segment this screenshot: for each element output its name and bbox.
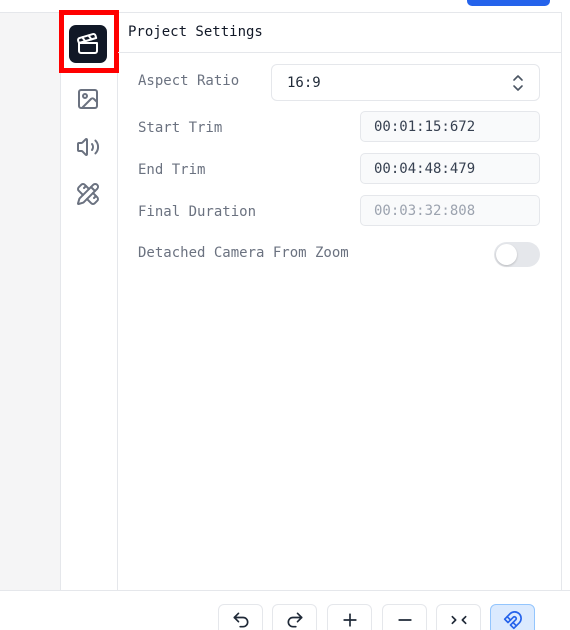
- start-trim-input[interactable]: 00:01:15:672: [360, 111, 540, 142]
- chevrons-up-down-icon: [513, 75, 523, 91]
- fit-timeline-button[interactable]: [436, 604, 481, 630]
- zoom-in-button[interactable]: [327, 604, 372, 630]
- rail-project-button[interactable]: [69, 25, 107, 63]
- speaker-icon: [77, 138, 100, 156]
- magnet-icon: [503, 611, 522, 630]
- settings-rail: [61, 12, 118, 590]
- redo-button[interactable]: [272, 604, 317, 630]
- end-trim-input[interactable]: 00:04:48:479: [360, 153, 540, 184]
- project-settings-panel: Project Settings Aspect Ratio 16:9 Start…: [118, 12, 561, 590]
- plus-icon: [342, 613, 357, 627]
- aspect-ratio-value: 16:9: [287, 74, 321, 91]
- image-icon: [78, 89, 98, 109]
- detached-camera-label: Detached Camera From Zoom: [138, 245, 349, 261]
- end-trim-label: End Trim: [138, 162, 206, 178]
- bottom-divider: [0, 590, 570, 591]
- rail-design-button[interactable]: [69, 175, 107, 213]
- aspect-ratio-select[interactable]: 16:9: [271, 64, 540, 101]
- rail-audio-button[interactable]: [69, 128, 107, 166]
- redo-icon: [287, 612, 302, 628]
- aspect-ratio-label: Aspect Ratio: [138, 73, 240, 89]
- toggle-knob: [496, 244, 517, 265]
- start-trim-label: Start Trim: [138, 120, 223, 136]
- zoom-out-button[interactable]: [382, 604, 427, 630]
- magnet-snap-button[interactable]: [490, 604, 535, 630]
- detached-camera-toggle[interactable]: [494, 242, 540, 267]
- final-duration-field: 00:03:32:808: [360, 195, 540, 226]
- left-pane: [0, 12, 61, 590]
- top-action-button[interactable]: [467, 0, 550, 6]
- collapse-icon: [451, 615, 466, 625]
- minus-icon: [397, 619, 412, 621]
- pencil-ruler-icon: [77, 182, 100, 205]
- final-duration-label: Final Duration: [138, 204, 257, 220]
- right-divider: [561, 12, 562, 590]
- rail-image-button[interactable]: [69, 80, 107, 118]
- undo-button[interactable]: [218, 604, 263, 630]
- panel-title: Project Settings: [118, 12, 561, 53]
- undo-icon: [233, 612, 248, 628]
- clapperboard-icon: [77, 33, 98, 54]
